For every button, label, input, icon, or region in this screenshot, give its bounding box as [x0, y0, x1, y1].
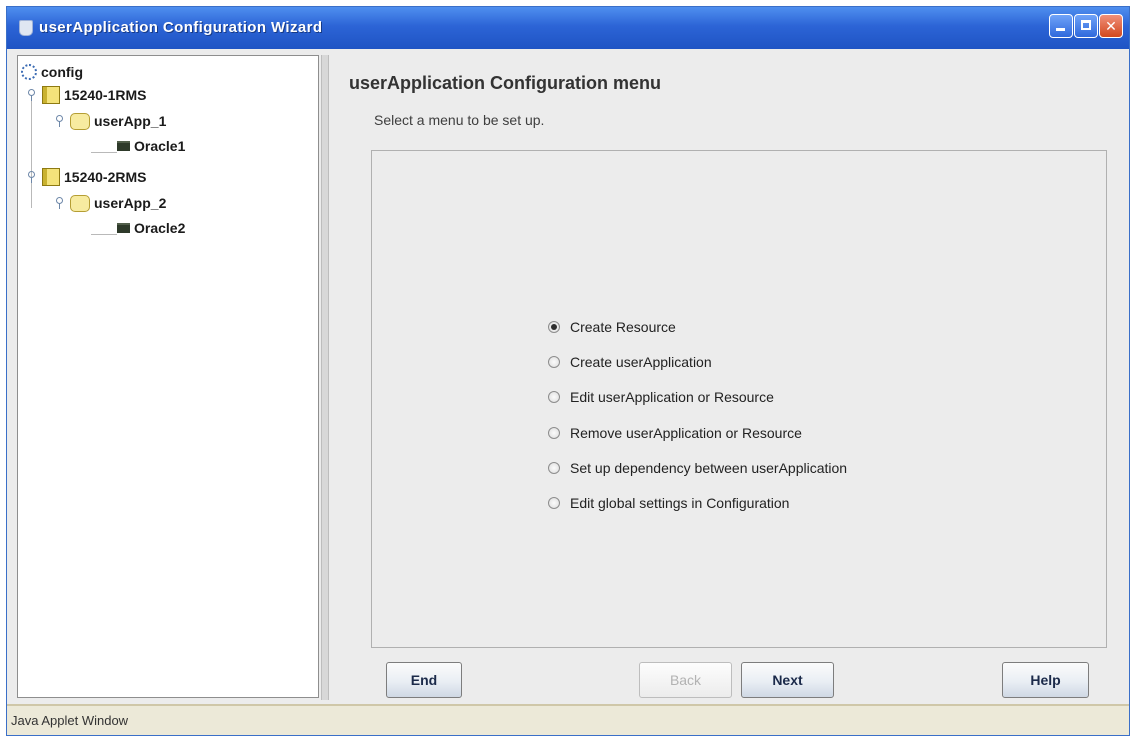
radio-button-icon[interactable] [548, 321, 560, 333]
radio-label: Remove userApplication or Resource [570, 425, 802, 441]
tree-node-userapp[interactable]: userApp_2 [54, 192, 166, 214]
tree-guide-line [31, 96, 32, 208]
tree-node-label: Oracle1 [134, 138, 186, 154]
tree-node-label: config [41, 64, 83, 80]
radio-create-userapplication[interactable]: Create userApplication [548, 350, 712, 374]
minimize-icon [1056, 28, 1065, 31]
radio-button-icon[interactable] [548, 462, 560, 474]
window-title: userApplication Configuration Wizard [39, 19, 323, 36]
help-button[interactable]: Help [1002, 662, 1089, 698]
rms-book-icon [42, 168, 60, 186]
menu-subtitle: Select a menu to be set up. [374, 112, 545, 128]
tree-node-userapp[interactable]: userApp_1 [54, 110, 166, 132]
tree-node-label: 15240-1RMS [64, 87, 147, 103]
menu-options-box: Create Resource Create userApplication E… [371, 150, 1107, 648]
tree-node-label: userApp_1 [94, 113, 167, 129]
menu-title: userApplication Configuration menu [349, 73, 662, 93]
tree-node-rms[interactable]: 15240-1RMS [26, 84, 147, 106]
end-button[interactable]: End [386, 662, 462, 698]
radio-button-icon[interactable] [548, 356, 560, 368]
folder-icon [70, 194, 90, 212]
tree-guide-line [91, 234, 117, 235]
close-button[interactable]: ✕ [1099, 14, 1123, 38]
wizard-window: userApplication Configuration Wizard ✕ c… [6, 6, 1130, 736]
expand-toggle-icon[interactable] [26, 89, 36, 101]
java-app-icon [19, 20, 33, 36]
maximize-button[interactable] [1074, 14, 1098, 38]
folder-icon [70, 112, 90, 130]
status-bar: Java Applet Window [7, 704, 1129, 735]
radio-button-icon[interactable] [548, 497, 560, 509]
tree-node-resource[interactable]: Oracle1 [117, 135, 185, 157]
resource-icon [117, 223, 130, 233]
next-button[interactable]: Next [741, 662, 834, 698]
expand-toggle-icon[interactable] [54, 115, 64, 127]
radio-label: Set up dependency between userApplicatio… [570, 460, 848, 476]
maximize-icon [1081, 20, 1091, 30]
tree-node-label: userApp_2 [94, 195, 167, 211]
radio-label: Edit global settings in Configuration [570, 495, 790, 511]
resource-icon [117, 141, 130, 151]
config-tree[interactable]: config 15240-1RMS userApp_1 Oracle1 1524… [17, 55, 319, 698]
rms-book-icon [42, 86, 60, 104]
radio-remove-userapplication[interactable]: Remove userApplication or Resource [548, 421, 802, 445]
expand-toggle-icon[interactable] [26, 171, 36, 183]
radio-button-icon[interactable] [548, 427, 560, 439]
minimize-button[interactable] [1049, 14, 1073, 38]
radio-edit-global-settings[interactable]: Edit global settings in Configuration [548, 491, 789, 515]
radio-create-resource[interactable]: Create Resource [548, 315, 676, 339]
radio-label: Edit userApplication or Resource [570, 389, 774, 405]
tree-node-resource[interactable]: Oracle2 [117, 217, 185, 239]
radio-button-icon[interactable] [548, 391, 560, 403]
menu-panel: userApplication Configuration menu Selec… [329, 55, 1129, 700]
tree-node-config[interactable]: config [21, 61, 83, 83]
title-bar[interactable]: userApplication Configuration Wizard ✕ [7, 7, 1129, 49]
expand-toggle-icon[interactable] [54, 197, 64, 209]
tree-node-rms[interactable]: 15240-2RMS [26, 166, 147, 188]
panel-splitter[interactable] [321, 55, 329, 700]
tree-node-label: 15240-2RMS [64, 169, 147, 185]
radio-label: Create userApplication [570, 354, 712, 370]
config-icon [21, 64, 37, 80]
radio-set-dependency[interactable]: Set up dependency between userApplicatio… [548, 456, 847, 480]
back-button[interactable]: Back [639, 662, 732, 698]
tree-guide-line [91, 152, 117, 153]
tree-node-label: Oracle2 [134, 220, 186, 236]
radio-edit-userapplication[interactable]: Edit userApplication or Resource [548, 385, 774, 409]
close-icon: ✕ [1105, 18, 1117, 34]
radio-label: Create Resource [570, 319, 676, 335]
